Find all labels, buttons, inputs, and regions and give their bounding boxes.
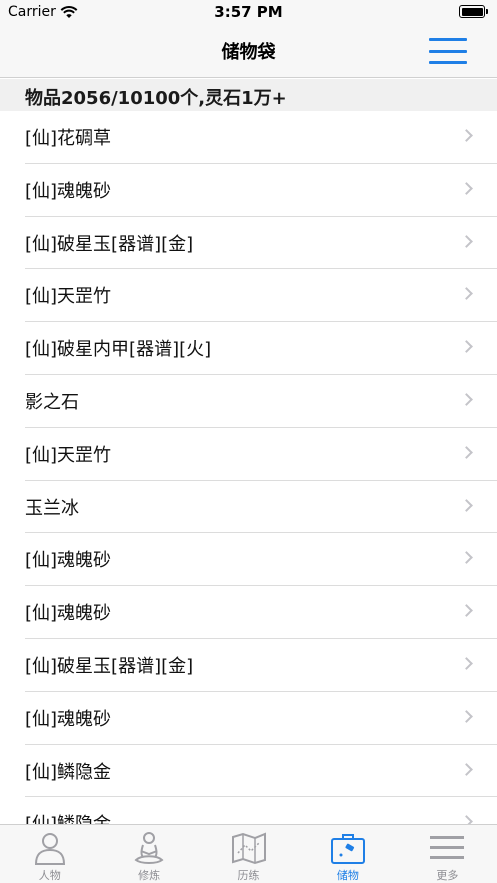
- tab-label: 历练: [237, 869, 260, 882]
- list-item[interactable]: [仙]破星玉[器谱][金]: [25, 639, 497, 692]
- hamburger-menu-icon[interactable]: [429, 36, 467, 66]
- list-item[interactable]: [仙]天罡竹: [25, 269, 497, 323]
- chevron-right-icon: [460, 129, 473, 142]
- item-label: [仙]花碉草: [25, 128, 112, 149]
- list-item[interactable]: [仙]鳞隐金: [25, 797, 497, 824]
- chevron-right-icon: [460, 815, 473, 824]
- navigation-bar: 储物袋: [0, 24, 497, 78]
- tab-label: 更多: [436, 869, 459, 882]
- item-label: 影之石: [25, 391, 79, 413]
- item-label: [仙]魂魄砂: [25, 550, 112, 572]
- list-item[interactable]: [仙]魂魄砂: [25, 533, 497, 587]
- tab-more[interactable]: 更多: [398, 825, 497, 883]
- item-label: [仙]魂魄砂: [25, 708, 112, 730]
- item-label: [仙]魂魄砂: [25, 180, 112, 202]
- chevron-right-icon: [460, 340, 473, 354]
- chevron-right-icon: [460, 287, 473, 301]
- chevron-right-icon: [460, 762, 473, 776]
- tab-label: 人物: [38, 869, 61, 882]
- status-bar: Carrier 3:57 PM: [0, 0, 497, 24]
- briefcase-icon: [330, 834, 365, 864]
- tab-cultivate[interactable]: 修炼: [99, 825, 198, 883]
- tab-person[interactable]: 人物: [0, 825, 99, 883]
- status-time: 3:57 PM: [214, 3, 283, 21]
- item-label: [仙]魂魄砂: [25, 603, 112, 625]
- item-label: [仙]鳞隐金: [25, 761, 112, 783]
- item-label: [仙]破星玉[器谱][金]: [25, 655, 194, 677]
- chevron-right-icon: [460, 709, 473, 723]
- list-item[interactable]: [仙]天罡竹: [25, 428, 497, 481]
- screen: Carrier 3:57 PM 储物袋 物品2056/10100个,灵石1万+ …: [0, 0, 497, 883]
- item-label: 玉兰冰: [25, 497, 79, 519]
- menu-line: [429, 49, 467, 53]
- page-title: 储物袋: [221, 42, 276, 63]
- tab-label: 修炼: [138, 869, 161, 882]
- chevron-right-icon: [460, 498, 473, 512]
- list-item[interactable]: 玉兰冰: [25, 481, 497, 534]
- inventory-summary: 物品2056/10100个,灵石1万+: [0, 79, 497, 111]
- menu-line: [429, 61, 467, 64]
- chevron-right-icon: [460, 551, 473, 565]
- chevron-right-icon: [460, 234, 473, 248]
- list-item[interactable]: [仙]魂魄砂: [25, 692, 497, 745]
- map-icon: [231, 832, 266, 865]
- list-item[interactable]: [仙]魂魄砂: [25, 586, 497, 639]
- tab-storage[interactable]: 储物: [298, 825, 397, 883]
- inventory-summary-text: 物品2056/10100个,灵石1万+: [25, 88, 287, 109]
- battery-icon: [459, 5, 488, 18]
- item-label: [仙]鳞隐金: [25, 810, 111, 824]
- item-label: [仙]天罡竹: [25, 444, 112, 466]
- chevron-right-icon: [460, 657, 473, 670]
- meditation-icon: [134, 832, 164, 864]
- chevron-right-icon: [460, 445, 473, 459]
- list-item[interactable]: [仙]鳞隐金: [25, 745, 497, 798]
- tab-label: 储物: [336, 869, 359, 882]
- list-item[interactable]: [仙]花碉草: [25, 111, 497, 164]
- chevron-right-icon: [460, 604, 473, 618]
- more-lines-icon: [430, 836, 465, 859]
- menu-line: [429, 38, 467, 41]
- tab-adventure[interactable]: 历练: [199, 825, 298, 883]
- person-icon: [34, 833, 65, 865]
- item-label: [仙]破星内甲[器谱][火]: [25, 339, 212, 361]
- item-label: [仙]破星玉[器谱][金]: [25, 233, 194, 255]
- item-label: [仙]天罡竹: [25, 286, 112, 308]
- list-item[interactable]: [仙]魂魄砂: [25, 164, 497, 217]
- chevron-right-icon: [460, 393, 473, 406]
- tab-bar: 人物 修炼 历练 储物 更多: [0, 824, 497, 883]
- item-list[interactable]: [仙]花碉草 [仙]魂魄砂 [仙]破星玉[器谱][金] [仙]天罡竹 [仙]破星内甲[器…: [0, 111, 497, 824]
- list-item[interactable]: [仙]破星内甲[器谱][火]: [25, 322, 497, 375]
- list-item[interactable]: 影之石: [25, 375, 497, 428]
- battery-fill: [461, 7, 483, 16]
- chevron-right-icon: [460, 181, 473, 195]
- list-item[interactable]: [仙]破星玉[器谱][金]: [25, 217, 497, 270]
